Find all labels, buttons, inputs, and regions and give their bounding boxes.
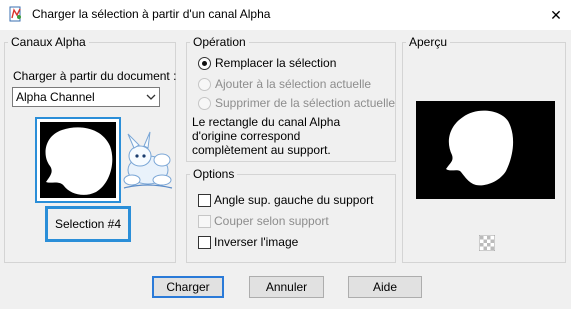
options-label: Options bbox=[190, 167, 238, 181]
load-button[interactable]: Charger bbox=[152, 276, 224, 298]
radio-add-selection[interactable] bbox=[198, 78, 211, 91]
document-select-value: Alpha Channel bbox=[16, 90, 95, 104]
operation-label: Opération bbox=[190, 35, 249, 49]
channel-thumbnail[interactable] bbox=[35, 117, 121, 203]
close-button[interactable]: ✕ bbox=[541, 0, 571, 30]
checkbox-invert-image-label: Inverser l'image bbox=[214, 235, 299, 249]
operation-info-line2: d'origine correspond bbox=[192, 129, 301, 143]
checkbox-crop-to-canvas-label: Couper selon support bbox=[214, 214, 329, 228]
selection-name: Selection #4 bbox=[54, 217, 122, 231]
help-button[interactable]: Aide bbox=[348, 276, 422, 298]
preview-label: Aperçu bbox=[406, 35, 451, 49]
app-icon bbox=[9, 6, 21, 22]
watermark-logo bbox=[123, 131, 173, 189]
checkbox-top-left-corner-label: Angle sup. gauche du support bbox=[214, 193, 374, 207]
canaux-alpha-label: Canaux Alpha bbox=[8, 35, 89, 49]
radio-subtract-label: Supprimer de la sélection actuelle bbox=[215, 96, 396, 110]
selection-name-box: Selection #4 bbox=[45, 206, 131, 242]
checkbox-crop-to-canvas[interactable] bbox=[198, 215, 211, 228]
radio-replace-selection[interactable] bbox=[198, 57, 211, 70]
document-select[interactable]: Alpha Channel bbox=[12, 87, 160, 107]
checkbox-invert-image[interactable] bbox=[198, 236, 211, 249]
title-bar: Charger la sélection à partir d'un canal… bbox=[0, 0, 571, 30]
operation-info-line1: Le rectangle du canal Alpha bbox=[192, 115, 341, 129]
preview-mask-shape bbox=[446, 110, 514, 186]
window-title: Charger la sélection à partir d'un canal… bbox=[32, 7, 271, 21]
checkerboard-icon[interactable] bbox=[479, 235, 495, 251]
preview-image bbox=[416, 101, 555, 199]
chevron-down-icon bbox=[146, 94, 156, 100]
close-icon: ✕ bbox=[550, 6, 562, 23]
radio-subtract-selection[interactable] bbox=[198, 97, 211, 110]
load-from-document-label: Charger à partir du document : bbox=[13, 69, 177, 83]
radio-replace-label: Remplacer la sélection bbox=[215, 56, 337, 70]
operation-info-line3: complètement au support. bbox=[192, 143, 331, 157]
radio-add-label: Ajouter à la sélection actuelle bbox=[215, 77, 372, 91]
channel-mask-image bbox=[40, 122, 116, 198]
checkbox-top-left-corner[interactable] bbox=[198, 194, 211, 207]
cancel-button[interactable]: Annuler bbox=[249, 276, 324, 298]
